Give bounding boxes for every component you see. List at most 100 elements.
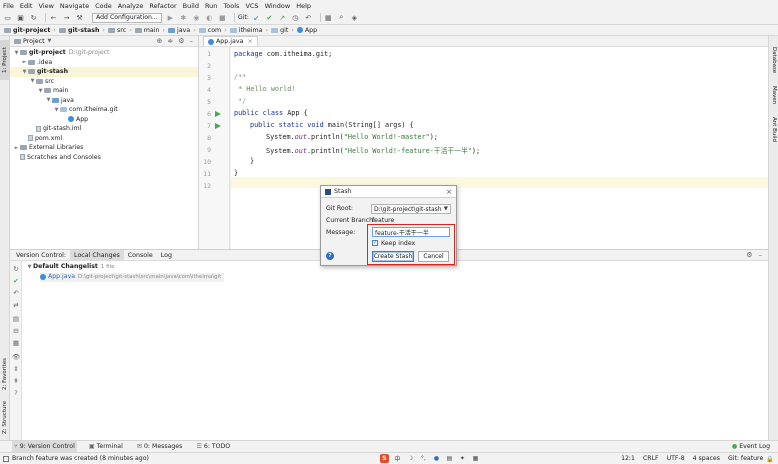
messages-tool-button[interactable]: ✉ 0: Messages: [135, 441, 185, 452]
rollback-icon[interactable]: ↶: [304, 13, 313, 22]
keep-index-label[interactable]: Keep index: [381, 240, 415, 247]
chevron-right-icon[interactable]: ►: [21, 59, 28, 65]
back-icon[interactable]: ←: [49, 13, 58, 22]
line-separator[interactable]: CRLF: [643, 455, 659, 463]
default-changelist-row[interactable]: ▼ Default Changelist 1 file: [26, 263, 115, 272]
project-panel-title[interactable]: Project: [23, 38, 45, 45]
menu-analyze[interactable]: Analyze: [118, 2, 144, 10]
menu-view[interactable]: View: [38, 2, 53, 10]
project-structure-icon[interactable]: ▦: [324, 13, 333, 22]
tree-item[interactable]: pom.xml: [10, 134, 198, 144]
menu-edit[interactable]: Edit: [20, 2, 33, 10]
chevron-down-icon[interactable]: ▼: [37, 88, 44, 94]
git-root-select[interactable]: D:\git-project\git-stash ▼: [371, 204, 451, 214]
show-diff-icon[interactable]: 👁: [12, 353, 20, 361]
terminal-tool-button[interactable]: ▣ Terminal: [87, 441, 125, 452]
file-encoding[interactable]: UTF-8: [667, 455, 685, 463]
hide-icon[interactable]: –: [190, 37, 194, 45]
create-stash-button[interactable]: Create Stash: [372, 251, 414, 262]
code-area[interactable]: package com.itheima.git; /** * Hello wor…: [199, 47, 768, 249]
chevron-down-icon[interactable]: ▼: [45, 97, 52, 103]
changelist-icon[interactable]: ▤: [12, 315, 20, 323]
help-button[interactable]: ?: [326, 252, 334, 260]
gear-icon[interactable]: ⚙: [178, 37, 184, 45]
keyboard-icon[interactable]: ▤: [445, 454, 454, 463]
chevron-down-icon[interactable]: ▼: [53, 107, 60, 113]
lock-icon[interactable]: 🔒: [766, 455, 774, 463]
ime-logo-icon[interactable]: S: [379, 454, 389, 463]
close-icon[interactable]: ×: [248, 38, 253, 45]
tree-item[interactable]: App: [10, 115, 198, 125]
tree-item[interactable]: ▼ src: [10, 77, 198, 87]
cancel-button[interactable]: Cancel: [418, 251, 449, 262]
breadcrumb-item[interactable]: src: [108, 27, 132, 34]
coverage-icon[interactable]: ◉: [192, 13, 201, 22]
breadcrumb-item[interactable]: itheima: [229, 27, 268, 34]
tree-item[interactable]: ► .idea: [10, 58, 198, 68]
diff-icon[interactable]: ⇄: [12, 301, 20, 309]
breadcrumb-item[interactable]: com: [198, 27, 227, 34]
tree-item[interactable]: ▼ git-project D:\git-project: [10, 48, 198, 58]
microphone-icon[interactable]: ●: [432, 454, 441, 463]
git-update-icon[interactable]: ↙: [252, 13, 261, 22]
forward-icon[interactable]: →: [62, 13, 71, 22]
git-branch-status[interactable]: Git: feature: [728, 455, 763, 463]
tree-item[interactable]: Scratches and Consoles: [10, 153, 198, 163]
indent-setting[interactable]: 4 spaces: [693, 455, 720, 463]
menu-code[interactable]: Code: [95, 2, 112, 10]
search-icon[interactable]: ⌕: [337, 13, 346, 22]
editor-tab-app-java[interactable]: App.java ×: [203, 36, 258, 46]
help-icon[interactable]: ?: [12, 389, 20, 397]
toolbox-icon[interactable]: ▦: [471, 454, 480, 463]
breadcrumb-item[interactable]: git-stash: [58, 27, 105, 34]
menu-vcs[interactable]: VCS: [245, 2, 258, 10]
shelve-icon[interactable]: ⊟: [12, 327, 20, 335]
chevron-down-icon[interactable]: ▼: [26, 264, 33, 270]
tab-console[interactable]: Console: [124, 250, 157, 261]
chevron-down-icon[interactable]: ▼: [29, 78, 36, 84]
open-folder-icon[interactable]: ▭: [3, 13, 12, 22]
profile-icon[interactable]: ◐: [205, 13, 214, 22]
build-hammer-icon[interactable]: ⚒: [75, 13, 84, 22]
collapse-icon[interactable]: ≑: [167, 37, 173, 45]
commit-icon[interactable]: ✔: [12, 277, 20, 285]
ime-punctuation-icon[interactable]: °,: [419, 454, 428, 463]
stop-icon[interactable]: ■: [218, 13, 227, 22]
settings-icon[interactable]: ◈: [350, 13, 359, 22]
close-icon[interactable]: ×: [446, 188, 452, 196]
git-commit-icon[interactable]: ✔: [265, 13, 274, 22]
tree-item[interactable]: ▼ git-stash: [10, 67, 198, 77]
menu-build[interactable]: Build: [183, 2, 199, 10]
tree-item[interactable]: ▼ main: [10, 86, 198, 96]
skin-icon[interactable]: ✦: [458, 454, 467, 463]
expand-all-icon[interactable]: ⇕: [12, 365, 20, 373]
rollback-icon[interactable]: ↶: [12, 289, 20, 297]
chevron-right-icon[interactable]: ►: [13, 145, 20, 151]
favorites-tool-tab[interactable]: 2: Favorites: [0, 354, 10, 394]
git-push-icon[interactable]: ↗: [278, 13, 287, 22]
event-log-button[interactable]: ● Event Log: [730, 441, 772, 452]
chevron-down-icon[interactable]: ▼: [48, 38, 52, 44]
project-tool-tab[interactable]: 1: Project: [0, 40, 10, 80]
version-control-tool-button[interactable]: ⑂ 9: Version Control: [12, 441, 77, 452]
status-toggle-icon[interactable]: [3, 455, 9, 462]
breadcrumb-item[interactable]: App: [296, 27, 320, 34]
todo-tool-button[interactable]: ☰ 6: TODO: [194, 441, 232, 452]
menu-refactor[interactable]: Refactor: [149, 2, 176, 10]
hide-icon[interactable]: –: [759, 251, 763, 259]
sync-icon[interactable]: ↻: [29, 13, 38, 22]
keep-index-checkbox[interactable]: ✓: [372, 240, 378, 246]
group-icon[interactable]: ▦: [12, 339, 20, 347]
tree-item[interactable]: ► External Libraries: [10, 143, 198, 153]
tab-log[interactable]: Log: [157, 250, 176, 261]
breadcrumb-item[interactable]: git-project: [4, 27, 56, 34]
menu-help[interactable]: Help: [296, 2, 311, 10]
changed-file-row[interactable]: App.java D:\git-project\git-stash\src\ma…: [40, 273, 225, 282]
debug-icon[interactable]: ✱: [179, 13, 188, 22]
collapse-all-icon[interactable]: ⇞: [12, 377, 20, 385]
menu-tools[interactable]: Tools: [223, 2, 239, 10]
menu-window[interactable]: Window: [265, 2, 291, 10]
ant-build-tool-tab[interactable]: Ant Build: [769, 112, 778, 146]
tab-local-changes[interactable]: Local Changes: [70, 249, 124, 261]
menu-navigate[interactable]: Navigate: [60, 2, 89, 10]
